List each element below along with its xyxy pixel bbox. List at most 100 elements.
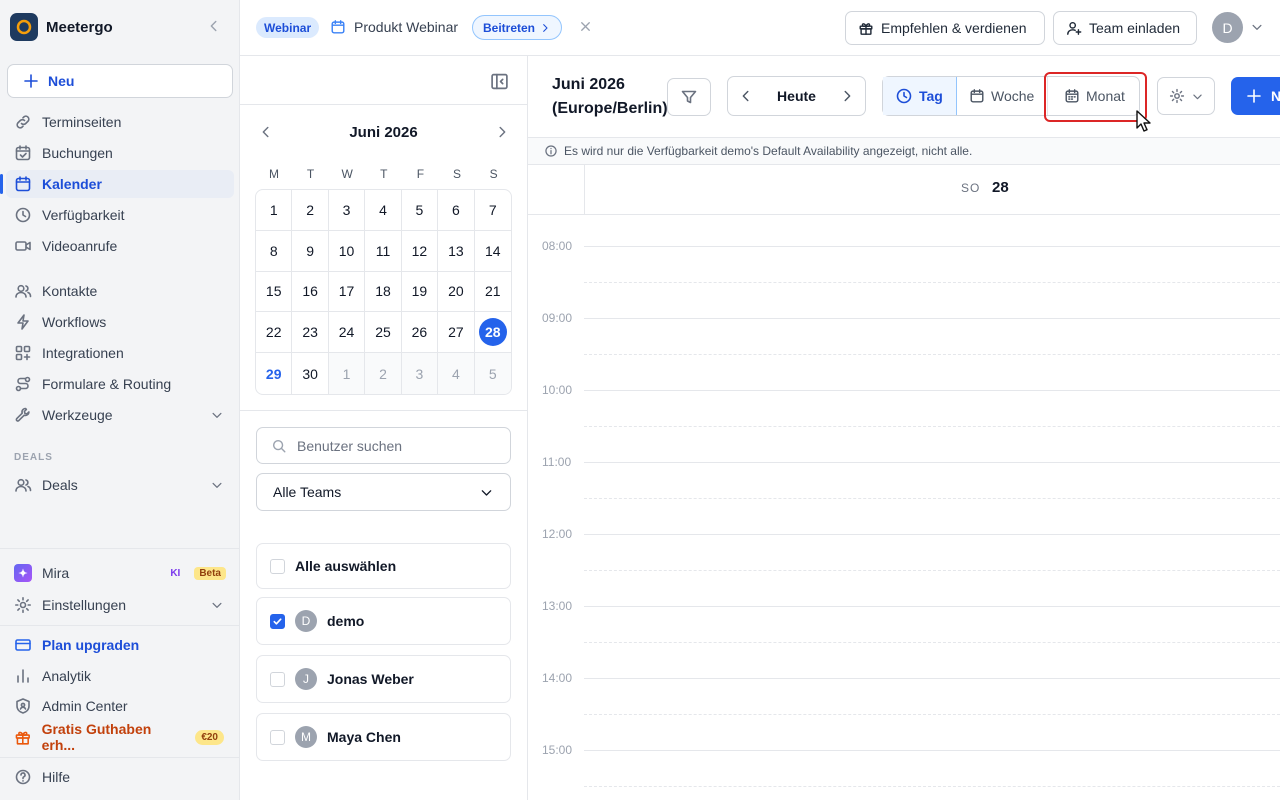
new-button[interactable]: Neu (7, 64, 233, 98)
sidebar-item-hilfe[interactable]: Hilfe (6, 763, 234, 791)
select-all-row[interactable]: Alle auswählen (256, 543, 511, 589)
calendar-day[interactable]: 25 (365, 312, 402, 354)
sidebar-item-mira[interactable]: ✦ Mira KI Beta (6, 559, 234, 587)
calendar-day[interactable]: 28 (474, 312, 511, 354)
sidebar-item-formulare[interactable]: Formulare & Routing (6, 370, 234, 398)
sidebar-item-buchungen[interactable]: Buchungen (6, 139, 234, 167)
calendar-day[interactable]: 27 (438, 312, 475, 354)
calendar-icon (330, 19, 346, 35)
invite-team-button[interactable]: Team einladen (1053, 11, 1197, 45)
calendar-day[interactable]: 5 (474, 353, 511, 394)
sidebar-item-einstellungen[interactable]: Einstellungen (6, 591, 234, 619)
close-icon[interactable] (578, 19, 593, 34)
calendar-day[interactable]: 7 (474, 190, 511, 231)
sidebar-item-kontakte[interactable]: Kontakte (6, 277, 234, 305)
user-search[interactable] (256, 427, 511, 464)
calendar-day[interactable]: 26 (401, 312, 439, 354)
user-row[interactable]: J Jonas Weber (256, 655, 511, 703)
calendar-day[interactable]: 3 (401, 353, 439, 394)
brand[interactable]: Meetergo (10, 13, 113, 41)
event-title[interactable]: Produkt Webinar (354, 19, 458, 35)
user-row[interactable]: D demo (256, 597, 511, 645)
ki-badge: KI (170, 567, 181, 579)
sidebar-item-label: Workflows (42, 314, 107, 330)
calendar-day[interactable]: 5 (401, 190, 439, 231)
select-all-checkbox[interactable] (270, 558, 285, 574)
half-hour-line (584, 786, 1280, 787)
prev-day-button[interactable] (728, 77, 764, 115)
weekday-label: S (489, 167, 498, 181)
sidebar-item-terminseiten[interactable]: Terminseiten (6, 108, 234, 136)
route-icon (15, 376, 31, 392)
panel-toggle-icon[interactable] (490, 72, 509, 91)
team-select[interactable]: Alle Teams (256, 473, 511, 511)
user-checkbox[interactable] (270, 613, 285, 629)
sidebar-item-admin[interactable]: Admin Center (6, 692, 234, 720)
user-avatar[interactable]: D (1212, 12, 1243, 43)
new-booking-button[interactable]: N (1231, 77, 1280, 115)
calendar-day[interactable]: 23 (292, 312, 329, 354)
sidebar-item-werkzeuge[interactable]: Werkzeuge (6, 401, 234, 429)
calendar-day[interactable]: 24 (328, 312, 366, 354)
sidebar-item-verfuegbarkeit[interactable]: Verfügbarkeit (6, 201, 234, 229)
calendar-day[interactable]: 22 (256, 312, 293, 354)
calendar-day[interactable]: 29 (256, 353, 293, 394)
calendar-settings-button[interactable] (1157, 77, 1215, 115)
sidebar-item-promo[interactable]: Gratis Guthaben erh... €20 (6, 721, 234, 753)
search-icon (272, 439, 286, 452)
calendar-day[interactable]: 1 (256, 190, 293, 231)
sidebar-item-kalender[interactable]: Kalender (0, 170, 234, 198)
sidebar-item-videoanrufe[interactable]: Videoanrufe (6, 232, 234, 260)
sidebar-item-upgrade[interactable]: Plan upgraden (6, 631, 234, 659)
calendar-day[interactable]: 18 (365, 271, 402, 313)
calendar-day[interactable]: 16 (292, 271, 329, 313)
view-day-button[interactable]: Tag (883, 77, 957, 115)
calendar-day[interactable]: 10 (328, 230, 366, 272)
team-select-value: Alle Teams (273, 484, 342, 500)
user-checkbox[interactable] (270, 671, 285, 687)
calendar-day-number: 12 (411, 242, 428, 259)
calendar-day[interactable]: 13 (438, 230, 475, 272)
calendar-day[interactable]: 2 (292, 190, 329, 231)
calendar-day[interactable]: 30 (292, 353, 329, 394)
calendar-day[interactable]: 1 (328, 353, 366, 394)
user-checkbox[interactable] (270, 729, 285, 745)
calendar-day[interactable]: 20 (438, 271, 475, 313)
view-week-button[interactable]: Woche (957, 77, 1048, 115)
next-day-button[interactable] (829, 77, 865, 115)
sidebar-item-analytik[interactable]: Analytik (6, 662, 234, 690)
join-button[interactable]: Beitreten (472, 15, 563, 40)
hour-label: 14:00 (542, 671, 573, 685)
deals-section-label: DEALS (14, 452, 53, 463)
calendar-day[interactable]: 8 (256, 230, 293, 272)
today-button[interactable]: Heute (764, 88, 829, 104)
sidebar-item-deals[interactable]: Deals (6, 471, 234, 499)
calendar-day[interactable]: 4 (365, 190, 402, 231)
calendar-day[interactable]: 2 (365, 353, 402, 394)
sidebar-item-integrationen[interactable]: Integrationen (6, 339, 234, 367)
next-month-icon[interactable] (494, 124, 510, 140)
calendar-day[interactable]: 4 (438, 353, 475, 394)
calendar-day[interactable]: 17 (328, 271, 366, 313)
chevron-down-icon[interactable] (1250, 20, 1264, 34)
calendar-day[interactable]: 9 (292, 230, 329, 272)
calendar-day[interactable]: 15 (256, 271, 293, 313)
calendar-day[interactable]: 14 (474, 231, 511, 272)
sidebar-item-workflows[interactable]: Workflows (6, 308, 234, 336)
sidebar-divider (0, 548, 240, 549)
calendar-day[interactable]: 19 (401, 271, 439, 313)
calendar-day[interactable]: 21 (474, 272, 511, 313)
refer-button[interactable]: Empfehlen & verdienen (845, 11, 1045, 45)
video-icon (15, 241, 31, 251)
filter-button[interactable] (667, 78, 711, 116)
calendar-day[interactable]: 12 (401, 230, 439, 272)
calendar-day[interactable]: 11 (365, 230, 402, 272)
calendar-day-number: 16 (302, 283, 318, 300)
hour-line (584, 750, 1280, 751)
calendar-day[interactable]: 3 (328, 190, 366, 231)
calendar-day[interactable]: 6 (438, 190, 475, 231)
mouse-cursor-icon (1135, 110, 1153, 134)
search-input[interactable] (297, 437, 477, 454)
user-row[interactable]: M Maya Chen (256, 713, 511, 761)
collapse-sidebar-icon[interactable] (206, 18, 222, 34)
